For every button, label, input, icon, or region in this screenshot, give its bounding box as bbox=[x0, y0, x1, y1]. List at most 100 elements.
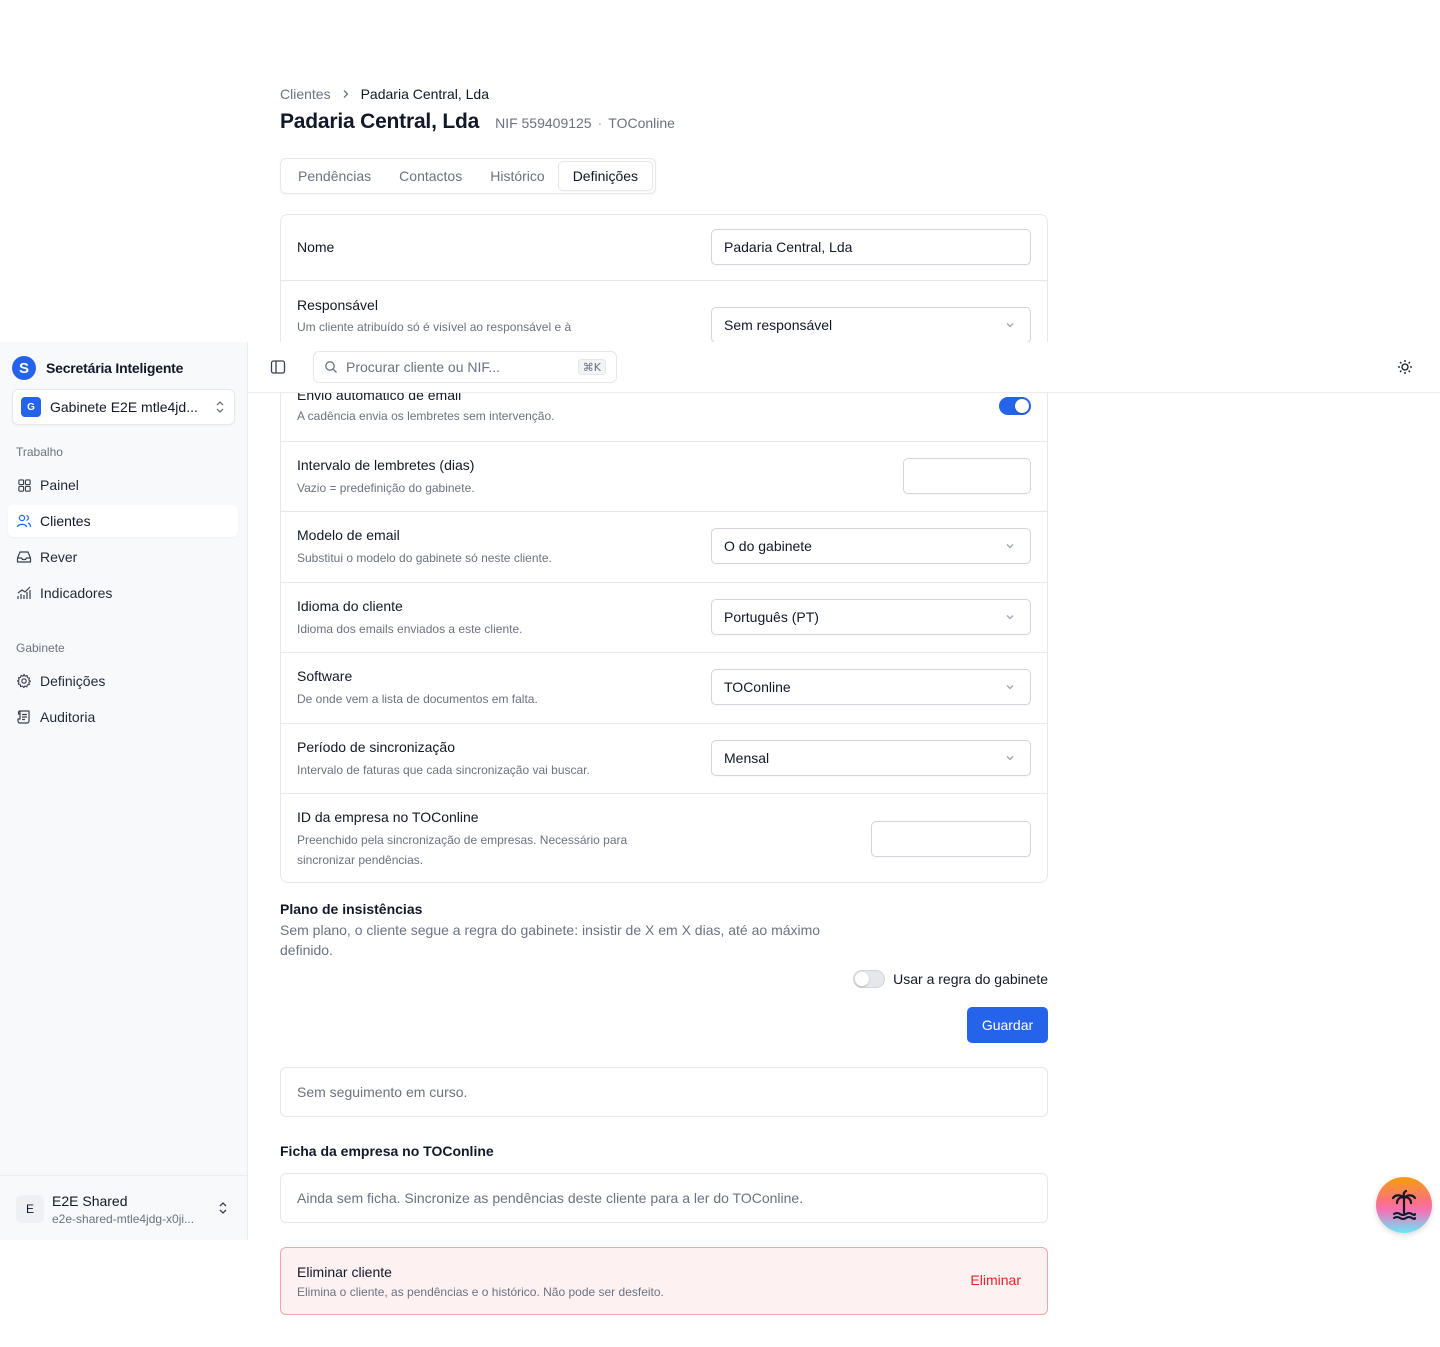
setting-row-name: Nome Padaria Central, Lda bbox=[281, 215, 1047, 281]
brand-logo: S bbox=[12, 356, 36, 380]
insistence-desc: Sem plano, o cliente segue a regra do ga… bbox=[280, 922, 821, 958]
sidebar-item-indicadores[interactable]: Indicadores bbox=[8, 577, 238, 609]
setting-row-template: Modelo de email Substitui o modelo do ga… bbox=[281, 512, 1047, 583]
breadcrumb-clients-link[interactable]: Clientes bbox=[280, 86, 331, 102]
tab-historico[interactable]: Histórico bbox=[476, 162, 558, 190]
sidebar-item-painel[interactable]: Painel bbox=[8, 469, 238, 501]
name-label: Nome bbox=[297, 239, 335, 255]
insistence-title: Plano de insistências bbox=[280, 901, 423, 917]
sidebar-item-label: Painel bbox=[40, 477, 79, 493]
interval-input[interactable] bbox=[903, 458, 1031, 494]
chevron-down-icon bbox=[1006, 756, 1014, 761]
search-input[interactable]: Procurar cliente ou NIF... ⌘K bbox=[313, 351, 617, 383]
software-desc: De onde vem a lista de documentos em fal… bbox=[297, 692, 538, 706]
settings-card: Nome Padaria Central, Lda Responsável Um… bbox=[280, 214, 1048, 883]
breadcrumb-current: Padaria Central, Lda bbox=[360, 86, 490, 102]
chevron-down-icon bbox=[1006, 544, 1014, 549]
sidebar: S Secretária Inteligente G Gabinete E2E … bbox=[0, 342, 248, 1240]
chevron-right-icon bbox=[341, 87, 351, 102]
client-meta: NIF 559409125 · TOConline bbox=[495, 115, 675, 131]
language-select[interactable]: Português (PT) bbox=[711, 599, 1031, 635]
office-switcher[interactable]: G Gabinete E2E mtle4jd... bbox=[12, 389, 235, 425]
company-id-label: ID da empresa no TOConline bbox=[297, 809, 479, 825]
toggle-knob bbox=[1015, 399, 1029, 413]
page-title: Padaria Central, Lda bbox=[280, 110, 480, 133]
sidebar-item-label: Clientes bbox=[40, 513, 91, 529]
group-label-office: Gabinete bbox=[16, 641, 65, 655]
brand[interactable]: S Secretária Inteligente bbox=[12, 356, 183, 380]
delete-client-title: Eliminar cliente bbox=[297, 1264, 392, 1280]
sidebar-item-label: Indicadores bbox=[40, 585, 113, 601]
sync-period-label: Período de sincronização bbox=[297, 739, 455, 755]
office-badge: G bbox=[21, 397, 41, 417]
topbar: Procurar cliente ou NIF... ⌘K bbox=[248, 342, 1440, 393]
software-label: Software bbox=[297, 668, 353, 684]
search-shortcut: ⌘K bbox=[577, 359, 606, 375]
language-select-value: Português (PT) bbox=[724, 609, 819, 625]
user-name: E2E Shared bbox=[52, 1193, 128, 1209]
delete-client-button[interactable]: Eliminar bbox=[970, 1272, 1021, 1288]
owner-desc: Um cliente atribuído só é visível ao res… bbox=[297, 320, 572, 334]
company-sheet-title: Ficha da empresa no TOConline bbox=[280, 1143, 494, 1159]
toggle-knob bbox=[855, 972, 870, 986]
meta-separator: · bbox=[597, 115, 603, 131]
tab-definicoes[interactable]: Definições bbox=[558, 162, 653, 190]
auto-email-desc: A cadência envia os lembretes sem interv… bbox=[297, 409, 555, 423]
client-software: TOConline bbox=[608, 115, 675, 131]
brand-name: Secretária Inteligente bbox=[46, 360, 184, 376]
sun-icon[interactable] bbox=[1397, 359, 1413, 375]
sidebar-item-label: Rever bbox=[40, 549, 78, 565]
palm-tree-icon[interactable] bbox=[1376, 1177, 1432, 1233]
sidebar-item-rever[interactable]: Rever bbox=[8, 541, 238, 573]
template-desc: Substitui o modelo do gabinete só neste … bbox=[297, 551, 552, 565]
client-tabs: Pendências Contactos Histórico Definiçõe… bbox=[280, 158, 657, 194]
sidebar-item-auditoria[interactable]: Auditoria bbox=[8, 701, 238, 733]
grid-icon bbox=[16, 477, 32, 493]
office-rule-label: Usar a regra do gabinete bbox=[893, 971, 1048, 987]
sidebar-item-label: Auditoria bbox=[40, 709, 96, 725]
save-button[interactable]: Guardar bbox=[967, 1007, 1048, 1043]
template-select[interactable]: O do gabinete bbox=[711, 528, 1031, 564]
gear-icon bbox=[16, 673, 32, 689]
office-rule-toggle[interactable] bbox=[853, 970, 886, 988]
tab-pendencias[interactable]: Pendências bbox=[284, 162, 385, 190]
name-input[interactable]: Padaria Central, Lda bbox=[711, 229, 1031, 265]
software-select[interactable]: TOConline bbox=[711, 669, 1031, 705]
interval-desc: Vazio = predefinição do gabinete. bbox=[297, 481, 475, 495]
scroll-icon bbox=[16, 709, 32, 725]
language-desc: Idioma dos emails enviados a este client… bbox=[297, 622, 523, 636]
delete-client-panel: Eliminar cliente Elimina o cliente, as p… bbox=[280, 1247, 1048, 1315]
sidebar-item-definicoes[interactable]: Definições bbox=[8, 665, 238, 697]
owner-select[interactable]: Sem responsável bbox=[711, 307, 1031, 343]
user-menu[interactable]: E E2E Shared e2e-shared-mtle4jdg-x0ji... bbox=[0, 1175, 247, 1240]
sidebar-toggle-icon[interactable] bbox=[270, 359, 286, 375]
sync-period-select[interactable]: Mensal bbox=[711, 740, 1031, 776]
interval-label: Intervalo de lembretes (dias) bbox=[297, 457, 475, 473]
company-id-input[interactable] bbox=[871, 821, 1031, 857]
chevron-down-icon bbox=[1006, 323, 1014, 328]
chevrons-up-down-icon bbox=[216, 401, 224, 413]
tab-contactos[interactable]: Contactos bbox=[385, 162, 476, 190]
template-select-value: O do gabinete bbox=[724, 538, 812, 554]
office-rule-toggle-row: Usar a regra do gabinete bbox=[853, 970, 1048, 988]
setting-row-auto-email: Envio automático de email A cadência env… bbox=[281, 387, 1047, 442]
breadcrumb: Clientes Padaria Central, Lda bbox=[280, 86, 489, 102]
setting-row-company-id: ID da empresa no TOConline Preenchido pe… bbox=[281, 794, 1047, 882]
auto-email-toggle[interactable] bbox=[999, 397, 1031, 415]
sidebar-item-label: Definições bbox=[40, 673, 106, 689]
owner-label: Responsável bbox=[297, 297, 378, 313]
avatar: E bbox=[16, 1195, 44, 1223]
followup-status: Sem seguimento em curso. bbox=[280, 1067, 1048, 1117]
template-label: Modelo de email bbox=[297, 527, 400, 543]
owner-select-value: Sem responsável bbox=[724, 317, 833, 333]
language-label: Idioma do cliente bbox=[297, 598, 403, 614]
group-label-work: Trabalho bbox=[16, 445, 63, 459]
setting-row-sync-period: Período de sincronização Intervalo de fa… bbox=[281, 724, 1047, 794]
setting-row-software: Software De onde vem a lista de document… bbox=[281, 653, 1047, 724]
chevron-down-icon bbox=[1006, 685, 1014, 690]
client-nif: NIF 559409125 bbox=[495, 115, 592, 131]
delete-client-desc: Elimina o cliente, as pendências e o his… bbox=[297, 1285, 664, 1299]
search-icon bbox=[325, 361, 337, 373]
setting-row-language: Idioma do cliente Idioma dos emails envi… bbox=[281, 583, 1047, 653]
sidebar-item-clientes[interactable]: Clientes bbox=[8, 505, 238, 537]
